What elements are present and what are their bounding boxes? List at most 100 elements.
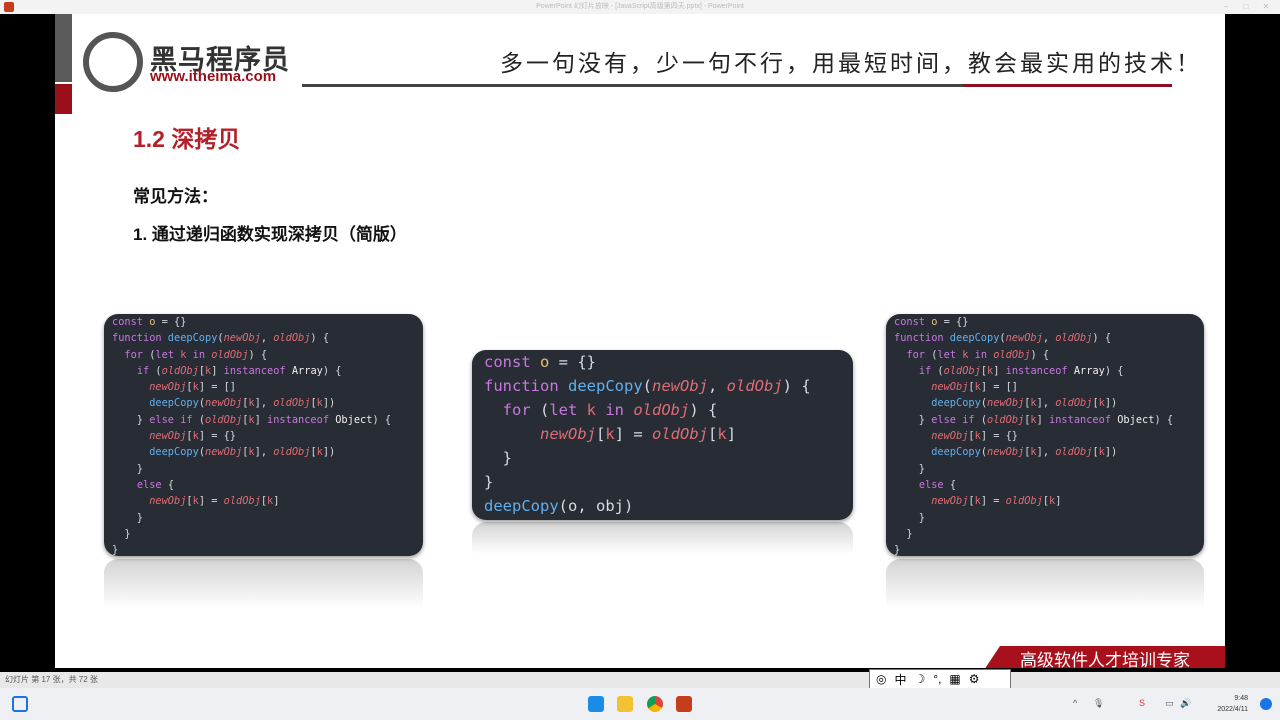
code-token: instanceof [1049, 413, 1118, 426]
code-line: newObj[k] = {} [894, 428, 1196, 444]
code-token: else [918, 478, 950, 491]
code-token: ] [993, 364, 1006, 377]
code-line: } [112, 542, 415, 556]
code-token: k [586, 401, 606, 419]
ime-toolbar[interactable]: ◎ 中 ☽ °, ▦ ⚙ [869, 669, 1011, 689]
code-token: , [1042, 332, 1056, 345]
code-token: oldObj [211, 348, 249, 361]
code-token: k [180, 348, 193, 361]
code-token: newObj [149, 495, 187, 508]
slide: 黑马程序员 www.itheima.com 多一句没有，少一句不行，用最短时间，… [55, 14, 1225, 668]
code-token: oldObj [273, 332, 311, 345]
code-token: const [484, 353, 540, 371]
code-token: newObj [987, 397, 1025, 410]
microphone-icon[interactable]: 🎙 [1093, 698, 1104, 709]
code-token: in [605, 401, 634, 419]
keyboard-icon[interactable]: ▦ [949, 672, 960, 686]
code-token: Object [335, 413, 373, 426]
code-token: [ [708, 425, 718, 443]
ime-logo-icon[interactable]: ◎ [876, 672, 886, 686]
widgets-icon[interactable] [12, 696, 28, 712]
notification-icon[interactable] [1260, 698, 1272, 710]
code-line: } [112, 526, 415, 542]
code-token: newObj [205, 446, 243, 459]
sogou-icon[interactable]: S [1139, 698, 1145, 708]
code-token: for [124, 348, 150, 361]
code-token: oldObj [993, 348, 1031, 361]
code-token: } [112, 462, 143, 475]
powerpoint-icon[interactable] [676, 696, 692, 712]
code-token: ]) [322, 397, 336, 410]
code-token: Object [1117, 413, 1155, 426]
code-token: } [894, 544, 901, 556]
code-token: ]) [322, 446, 336, 459]
code-token: } [484, 473, 494, 491]
code-token: deepCopy [949, 332, 1000, 345]
code-line: if (oldObj[k] instanceof Array) { [112, 363, 415, 379]
minimize-button[interactable]: – [1216, 0, 1236, 14]
code-token: function [112, 332, 168, 345]
code-token: k [962, 348, 975, 361]
slide-counter: 幻灯片 第 17 张，共 72 张 [5, 675, 98, 684]
code-token: if [136, 364, 156, 377]
slogan: 多一句没有，少一句不行，用最短时间，教会最实用的技术！ [500, 51, 1202, 77]
network-icon[interactable]: ▭ [1165, 698, 1174, 709]
code-token: = {} [155, 316, 187, 328]
code-line: function deepCopy(newObj, oldObj) { [112, 330, 415, 346]
code-token: ] = [198, 495, 224, 508]
chevron-up-icon[interactable]: ^ [1073, 698, 1077, 708]
gear-icon[interactable]: ⚙ [969, 672, 980, 686]
code-token: ] [254, 413, 268, 426]
code-token: oldObj [1055, 332, 1093, 345]
code-token: oldObj [987, 413, 1025, 426]
code-token: , [708, 377, 727, 395]
code-token: k [717, 425, 727, 443]
code-token: ) { [248, 348, 268, 361]
code-line: for (let k in oldObj) { [894, 347, 1196, 363]
moon-icon[interactable]: ☽ [915, 672, 926, 686]
close-button[interactable]: ✕ [1256, 0, 1276, 14]
code-token: function [894, 332, 950, 345]
chrome-icon[interactable] [647, 696, 663, 712]
code-token: newObj [223, 332, 261, 345]
clock[interactable]: 9:48 2022/4/11 [1217, 693, 1248, 715]
code-token: ] = [614, 425, 653, 443]
code-block-right: const o = {} function deepCopy(newObj, ol… [886, 314, 1204, 556]
code-token: else [136, 478, 168, 491]
code-token: ) { [1092, 332, 1112, 345]
code-token: oldObj [652, 425, 709, 443]
code-line: deepCopy(newObj[k], oldObj[k]) [894, 395, 1196, 411]
code-token: const [112, 316, 150, 328]
maximize-button[interactable]: □ [1236, 0, 1256, 14]
decor-bar-red [55, 84, 72, 114]
code-token: ], [254, 446, 274, 459]
code-line: } else if (oldObj[k] instanceof Object) … [894, 412, 1196, 428]
code-token: else if [149, 413, 199, 426]
code-token: ) { [782, 377, 811, 395]
code-token: } [894, 413, 932, 426]
code-token: newObj [540, 425, 596, 443]
file-explorer-icon[interactable] [617, 696, 633, 712]
start-icon[interactable] [588, 696, 604, 712]
code-line: function deepCopy(newObj, oldObj) { [484, 374, 841, 398]
powerpoint-icon [4, 2, 14, 12]
code-block-left: const o = {} function deepCopy(newObj, ol… [104, 314, 423, 556]
code-token: ], [1036, 446, 1056, 459]
code-token: ] [211, 364, 224, 377]
code-token: deepCopy [149, 446, 199, 459]
code-token: } [894, 462, 925, 475]
ime-mode[interactable]: 中 [894, 671, 906, 688]
code-line: else { [112, 477, 415, 493]
code-token: newObj [931, 430, 969, 443]
volume-icon[interactable]: 🔊 [1180, 698, 1191, 709]
code-line: } [894, 461, 1196, 477]
punctuation-icon[interactable]: °, [933, 672, 941, 686]
